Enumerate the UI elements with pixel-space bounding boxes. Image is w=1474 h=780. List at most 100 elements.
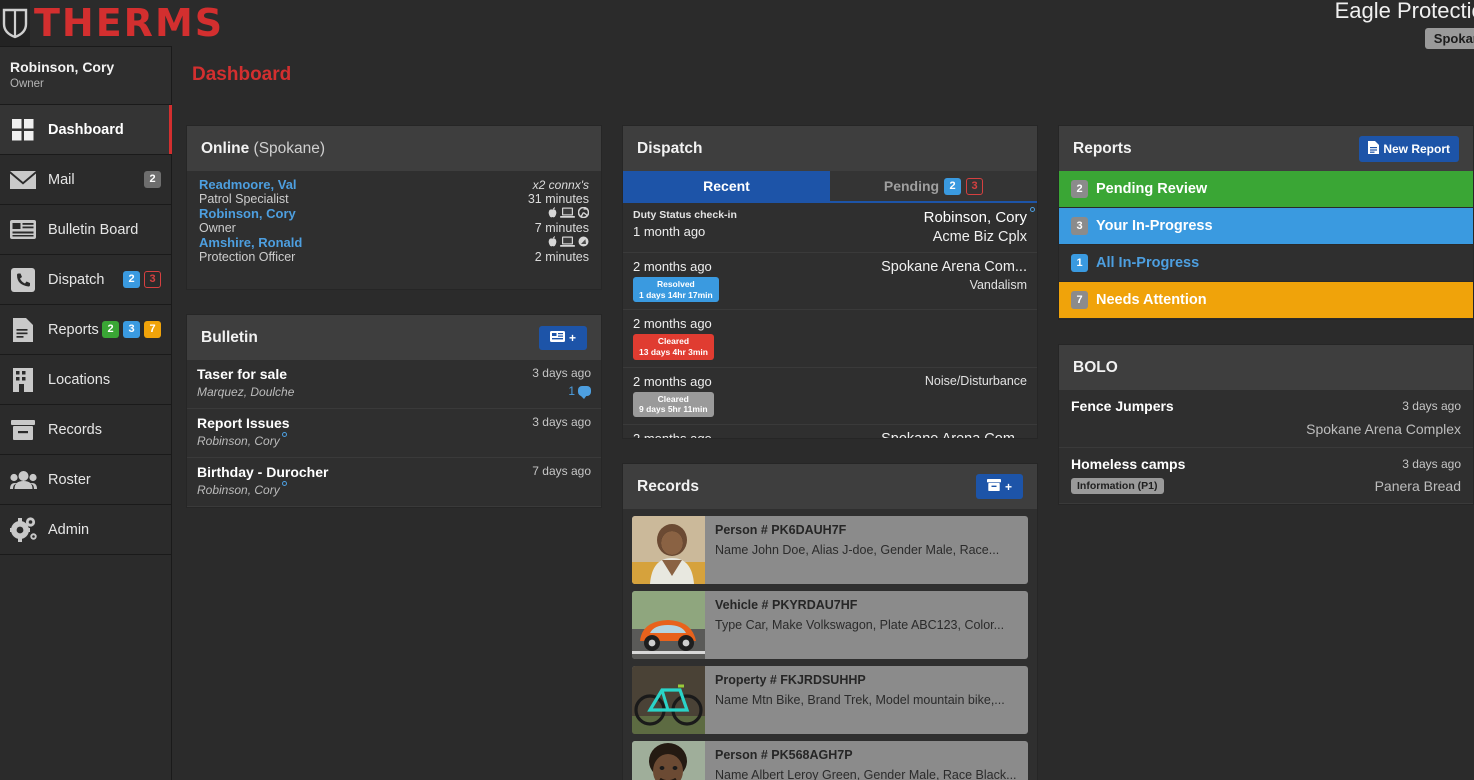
dispatch-tab-pending[interactable]: Pending23: [830, 171, 1037, 201]
safari-icon: [578, 236, 589, 250]
report-row-label: Pending Review: [1096, 181, 1207, 197]
online-user-duration: 31 minutes: [528, 192, 589, 206]
dispatch-row[interactable]: Duty Status check-in1 month agoRobinson,…: [623, 203, 1037, 253]
online-user-duration: 2 minutes: [535, 250, 589, 264]
online-user-row[interactable]: Amshire, Ronald: [199, 235, 589, 250]
dispatch-row[interactable]: 2 months agoCleared13 days 4hr 3min: [623, 310, 1037, 367]
dispatch-row[interactable]: 2 months agoClearedSpokane Arena Com...U…: [623, 425, 1037, 438]
records-panel-header: Records +: [623, 464, 1037, 509]
record-row[interactable]: Property # FKJRDSUHHPName Mtn Bike, Bran…: [632, 666, 1028, 734]
report-row-all-in-progress[interactable]: 1All In-Progress: [1059, 245, 1473, 282]
record-description: Type Car, Make Volkswagon, Plate ABC123,…: [715, 618, 1004, 632]
document-plus-icon: [1368, 141, 1379, 157]
records-panel-title: Records: [637, 478, 699, 496]
dispatch-panel: Dispatch RecentPending23 Duty Status che…: [622, 125, 1038, 439]
bulletin-title: Report Issues: [197, 415, 290, 431]
bulletin-panel: Bulletin: [186, 314, 602, 508]
dispatch-row[interactable]: 2 months agoResolved1 days 14hr 17min Spo…: [623, 253, 1037, 310]
online-user-name[interactable]: Amshire, Ronald: [199, 235, 302, 250]
report-row-needs-attention[interactable]: 7Needs Attention: [1059, 282, 1473, 319]
dispatch-panel-title: Dispatch: [637, 140, 702, 158]
gear-icon: [8, 515, 38, 545]
bolo-panel-header: BOLO: [1059, 345, 1473, 390]
bulletin-title: Taser for sale: [197, 366, 294, 382]
sidebar-item-records[interactable]: Records: [0, 405, 171, 455]
online-connections: x2 connx's: [533, 178, 589, 192]
report-row-pending-review[interactable]: 2Pending Review: [1059, 171, 1473, 208]
dispatch-row[interactable]: 2 months agoCleared9 days 5hr 11minNoise…: [623, 368, 1037, 425]
bulletin-row-right: 7 days ago: [532, 464, 591, 499]
online-user-row[interactable]: Robinson, Cory: [199, 206, 589, 221]
top-bar: THERMS Eagle Protection Spokane▾: [0, 0, 1474, 46]
reports-panel-header: Reports New Report: [1059, 126, 1473, 171]
nav-badge: 3: [123, 321, 140, 338]
sidebar-item-dispatch[interactable]: Dispatch23: [0, 255, 171, 305]
sidebar-item-mail[interactable]: Mail2: [0, 155, 171, 205]
add-bulletin-button[interactable]: +: [539, 326, 587, 350]
sidebar-item-label: Admin: [48, 522, 161, 538]
phone-icon: [8, 265, 38, 295]
bulletin-panel-title: Bulletin: [201, 329, 258, 347]
add-record-button[interactable]: +: [976, 474, 1023, 499]
site-selector-label: Spokane: [1434, 31, 1474, 46]
bolo-age: 3 days ago: [1402, 457, 1461, 471]
shield-icon: [0, 0, 30, 46]
bulletin-age: 3 days ago: [532, 366, 591, 380]
bulletin-row[interactable]: Birthday - DurocherRobinson, Cory7 days …: [187, 458, 601, 507]
dispatch-list: Duty Status check-in1 month agoRobinson,…: [623, 203, 1037, 438]
dispatch-time: 1 month ago: [633, 224, 737, 239]
record-row[interactable]: Vehicle # PKYRDAU7HF Type Car, Make Volks…: [632, 591, 1028, 659]
user-block[interactable]: Robinson, Cory Owner: [0, 46, 171, 105]
user-role: Owner: [10, 78, 159, 90]
sidebar-item-reports[interactable]: Reports237: [0, 305, 171, 355]
bolo-row[interactable]: Fence Jumpers3 days ago Spokane Arena Co…: [1059, 390, 1473, 448]
apple-icon: [548, 236, 557, 250]
dispatch-tabs: RecentPending23: [623, 171, 1037, 203]
sidebar-item-roster[interactable]: Roster: [0, 455, 171, 505]
app-logo[interactable]: THERMS: [0, 0, 172, 46]
online-user-row[interactable]: Readmoore, Val x2 connx's: [199, 177, 589, 192]
nav-badge: 2: [123, 271, 140, 288]
envelope-icon: [8, 165, 38, 195]
bolo-row-top: Fence Jumpers3 days ago: [1071, 398, 1461, 414]
sidebar-item-locations[interactable]: Locations: [0, 355, 171, 405]
bulletin-author: Marquez, Doulche: [197, 385, 294, 399]
dispatch-tab-recent[interactable]: Recent: [623, 171, 830, 201]
record-id: Property # FKJRDSUHHP: [715, 673, 1005, 687]
online-panel-header: Online (Spokane): [187, 126, 601, 171]
sidebar-item-dashboard[interactable]: Dashboard: [0, 105, 171, 155]
bolo-panel: BOLO Fence Jumpers3 days ago Spokane Are…: [1058, 344, 1474, 505]
bulletin-age: 7 days ago: [532, 464, 591, 478]
user-name: Robinson, Cory: [10, 59, 159, 75]
bolo-row[interactable]: Homeless camps3 days agoInformation (P1)…: [1059, 448, 1473, 504]
dispatch-location: Spokane Arena Com...: [881, 259, 1027, 275]
online-user-name[interactable]: Robinson, Cory: [199, 206, 296, 221]
new-report-button[interactable]: New Report: [1359, 136, 1459, 162]
sidebar: Robinson, Cory Owner DashboardMail2Bulle…: [0, 46, 172, 780]
dashboard-grid: Online (Spokane) Readmoore, Val x2 connx'…: [186, 125, 1474, 780]
online-title-text: Online: [201, 140, 249, 157]
bolo-list: Fence Jumpers3 days ago Spokane Arena Co…: [1059, 390, 1473, 504]
bolo-priority-tag: [1071, 420, 1075, 438]
sidebar-item-bulletin-board[interactable]: Bulletin Board: [0, 205, 171, 255]
dispatch-row-left: 2 months agoResolved1 days 14hr 17min: [633, 259, 719, 302]
record-info: Vehicle # PKYRDAU7HF Type Car, Make Volks…: [705, 591, 1014, 659]
record-row[interactable]: Person # PK568AGH7PName Albert Leroy Gre…: [632, 741, 1028, 780]
nav-badge: 7: [144, 321, 161, 338]
sidebar-item-admin[interactable]: Admin: [0, 505, 171, 555]
bulletin-row[interactable]: Report IssuesRobinson, Cory3 days ago: [187, 409, 601, 458]
online-user-name[interactable]: Readmoore, Val: [199, 177, 297, 192]
dispatch-row-right: Robinson, CoryAcme Biz Cplx: [924, 209, 1027, 245]
report-row-your-in-progress[interactable]: 3Your In-Progress: [1059, 208, 1473, 245]
page-title: Dashboard: [172, 46, 1474, 86]
status-badge: Cleared9 days 5hr 11min: [633, 392, 714, 417]
sidebar-item-label: Dispatch: [48, 272, 123, 288]
record-row[interactable]: Person # PK6DAUH7FName John Doe, Alias J…: [632, 516, 1028, 584]
bulletin-row[interactable]: Taser for sale Marquez, Doulche 3 days ago…: [187, 360, 601, 409]
online-user-duration: 7 minutes: [535, 221, 589, 235]
record-thumbnail: [632, 741, 705, 780]
record-id: Vehicle # PKYRDAU7HF: [715, 598, 1004, 612]
sidebar-item-label: Mail: [48, 172, 144, 188]
bulletin-comment-count[interactable]: 1: [532, 384, 591, 398]
online-subtitle: (Spokane): [254, 140, 326, 157]
